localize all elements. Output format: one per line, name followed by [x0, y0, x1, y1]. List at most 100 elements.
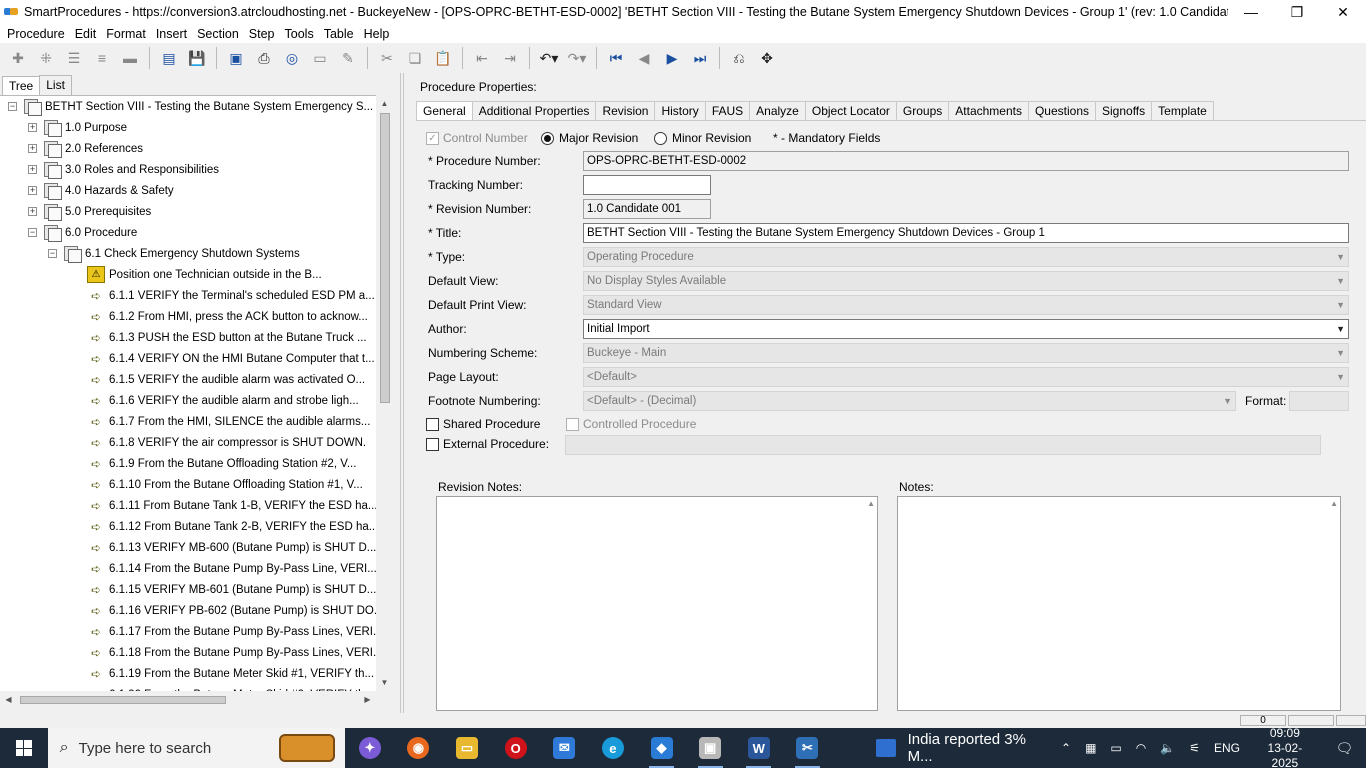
scroll-thumb[interactable] — [380, 113, 390, 403]
notification-icon[interactable]: 🗨 — [1330, 740, 1359, 757]
paste-icon[interactable]: 📋 — [432, 47, 454, 69]
type-select[interactable]: Operating Procedure ▼ — [583, 247, 1349, 267]
expand-icon[interactable]: + — [28, 207, 37, 216]
expand-icon[interactable]: + — [28, 165, 37, 174]
edge-app[interactable]: e — [589, 728, 638, 768]
tab-signoffs[interactable]: Signoffs — [1095, 101, 1153, 121]
shared-procedure-option[interactable]: Shared Procedure — [426, 415, 540, 433]
word-app[interactable]: W — [734, 728, 783, 768]
copy-icon[interactable]: ❏ — [404, 47, 426, 69]
tree-step[interactable]: ➪ 6.1.3 PUSH the ESD button at the Butane… — [87, 327, 367, 348]
save-all-icon[interactable]: ▤ — [158, 47, 180, 69]
scroll-up-icon[interactable]: ▲ — [867, 499, 875, 508]
tab-tree[interactable]: Tree — [2, 76, 41, 96]
scroll-thumb[interactable] — [20, 696, 226, 704]
firefox-app[interactable]: ◉ — [394, 728, 443, 768]
snipping-app[interactable]: ✂ — [783, 728, 832, 768]
menu-step[interactable]: Step — [244, 27, 280, 41]
cut-icon[interactable]: ✂ — [376, 47, 398, 69]
next-icon[interactable]: ▶ — [661, 47, 683, 69]
tree-step[interactable]: ➪ 6.1.6 VERIFY the audible alarm and stro… — [87, 390, 359, 411]
control-number-checkbox[interactable]: ✓ — [426, 131, 439, 145]
scroll-left-icon[interactable]: ◀ — [0, 691, 17, 708]
tree-step[interactable]: ➪ 6.1.18 From the Butane Pump By-Pass Lin… — [87, 642, 376, 663]
numbering-scheme-select[interactable]: Buckeye - Main ▼ — [583, 343, 1349, 363]
menu-tools[interactable]: Tools — [280, 27, 319, 41]
default-view-select[interactable]: No Display Styles Available ▼ — [583, 271, 1349, 291]
tree-step[interactable]: ➪ 6.1.16 VERIFY PB-602 (Butane Pump) is S… — [87, 600, 376, 621]
smartprocedures-app[interactable]: ◆ — [637, 728, 686, 768]
tree-step[interactable]: ➪ 6.1.4 VERIFY ON the HMI Butane Computer… — [87, 348, 375, 369]
collapse-icon[interactable]: − — [8, 102, 17, 111]
move-icon[interactable]: ✥ — [756, 47, 778, 69]
scroll-right-icon[interactable]: ▶ — [359, 691, 376, 708]
opera-app[interactable]: O — [491, 728, 540, 768]
tab-revision[interactable]: Revision — [595, 101, 656, 121]
format-field[interactable] — [1289, 391, 1349, 411]
file-explorer-app[interactable]: ▭ — [443, 728, 492, 768]
list-icon[interactable]: ☰ — [63, 47, 85, 69]
revision-notes-textarea[interactable]: ▲ — [436, 496, 878, 711]
wifi-icon[interactable]: ◠ — [1136, 741, 1146, 755]
default-print-view-select[interactable]: Standard View ▼ — [583, 295, 1349, 315]
save-icon[interactable]: 💾 — [186, 47, 208, 69]
first-icon[interactable]: ⏮ — [605, 47, 627, 69]
tab-analyze[interactable]: Analyze — [749, 101, 806, 121]
tree-section[interactable]: + 3.0 Roles and Responsibilities — [28, 159, 219, 180]
language-indicator[interactable]: ENG — [1214, 741, 1240, 755]
scroll-up-icon[interactable]: ▲ — [376, 95, 393, 112]
tab-questions[interactable]: Questions — [1027, 101, 1096, 121]
tree-horizontal-scrollbar[interactable]: ◀ ▶ — [0, 691, 376, 708]
add-step-icon[interactable]: ✚ — [7, 47, 29, 69]
controlled-procedure-checkbox[interactable] — [566, 417, 579, 431]
taskbar-search[interactable]: ⌕ Type here to search — [47, 728, 346, 768]
connect-icon[interactable]: ⚟ — [1189, 741, 1200, 755]
title-field[interactable]: BETHT Section VIII - Testing the Butane … — [583, 223, 1349, 243]
tree-vertical-scrollbar[interactable]: ▲ ▼ — [376, 95, 393, 691]
tree-section[interactable]: + 1.0 Purpose — [28, 117, 127, 138]
last-icon[interactable]: ⏭ — [689, 47, 711, 69]
tree-subsection[interactable]: − 6.1 Check Emergency Shutdown Systems — [48, 243, 300, 264]
tree-step[interactable]: ➪ 6.1.15 VERIFY MB-601 (Butane Pump) is S… — [87, 579, 376, 600]
start-button[interactable] — [0, 728, 48, 768]
close-button[interactable]: ✕ — [1320, 0, 1366, 24]
scroll-up-icon[interactable]: ▲ — [1330, 499, 1338, 508]
tracking-number-field[interactable] — [583, 175, 711, 195]
tab-history[interactable]: History — [654, 101, 706, 121]
find-replace-icon[interactable]: ⎌ — [728, 47, 750, 69]
menu-help[interactable]: Help — [359, 27, 395, 41]
tree-section[interactable]: + 4.0 Hazards & Safety — [28, 180, 174, 201]
menu-table[interactable]: Table — [319, 27, 359, 41]
tree-step[interactable]: ➪ 6.1.17 From the Butane Pump By-Pass Lin… — [87, 621, 376, 642]
tree-step[interactable]: ➪ 6.1.19 From the Butane Meter Skid #1, V… — [87, 663, 374, 684]
collapse-icon[interactable]: − — [28, 228, 37, 237]
tab-groups[interactable]: Groups — [895, 101, 950, 121]
add-substep-icon[interactable]: ⁜ — [35, 47, 57, 69]
menu-edit[interactable]: Edit — [70, 27, 102, 41]
tree-section[interactable]: + 5.0 Prerequisites — [28, 201, 151, 222]
expand-icon[interactable]: + — [28, 186, 37, 195]
tree-step[interactable]: ➪ 6.1.9 From the Butane Offloading Statio… — [87, 453, 356, 474]
tree-step[interactable]: ➪ 6.1.10 From the Butane Offloading Stati… — [87, 474, 363, 495]
scroll-down-icon[interactable]: ▼ — [376, 674, 393, 691]
news-widget[interactable]: India reported 3% M... — [875, 731, 1054, 765]
indent-list-icon[interactable]: ≡ — [91, 47, 113, 69]
procedure-number-field[interactable]: OPS-OPRC-BETHT-ESD-0002 — [583, 151, 1349, 171]
page-layout-select[interactable]: <Default> ▼ — [583, 367, 1349, 387]
notes-textarea[interactable]: ▲ — [897, 496, 1341, 711]
collapse-icon[interactable]: − — [48, 249, 57, 258]
tree-step[interactable]: ➪ 6.1.2 From HMI, press the ACK button to… — [87, 306, 368, 327]
tab-object-locator[interactable]: Object Locator — [804, 101, 897, 121]
major-revision-option[interactable]: Major Revision — [541, 129, 638, 147]
battery-icon[interactable]: ▭ — [1110, 741, 1121, 755]
tree-step[interactable]: ➪ 6.1.7 From the HMI, SILENCE the audible… — [87, 411, 370, 432]
remove-icon[interactable]: ▬ — [119, 47, 141, 69]
print-icon[interactable]: ⎙ — [253, 47, 275, 69]
tree-step[interactable]: ➪6.1.20 From the Butane Meter Skid #2, V… — [87, 684, 374, 692]
tab-additional-properties[interactable]: Additional Properties — [471, 101, 597, 121]
shared-procedure-checkbox[interactable] — [426, 417, 439, 431]
revision-number-field[interactable]: 1.0 Candidate 001 — [583, 199, 711, 219]
tree-step[interactable]: ➪ 6.1.13 VERIFY MB-600 (Butane Pump) is S… — [87, 537, 376, 558]
tree-step[interactable]: ➪ 6.1.14 From the Butane Pump By-Pass Lin… — [87, 558, 376, 579]
panel-splitter[interactable] — [400, 73, 404, 713]
